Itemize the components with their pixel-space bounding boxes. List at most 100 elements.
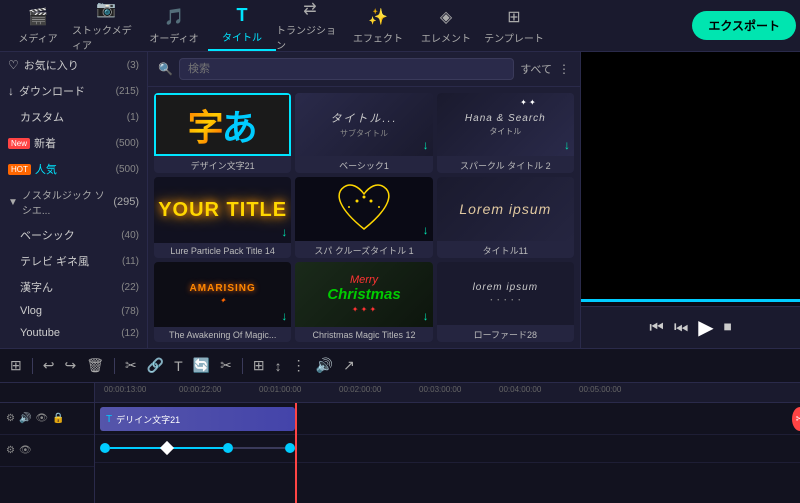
nav-audio[interactable]: 🎵 オーディオ <box>140 1 208 51</box>
youtube-badge: (12) <box>121 328 139 339</box>
left-sidebar: ♡ お気に入り (3) ↓ ダウンロード (215) カスタム (1) New … <box>0 52 148 348</box>
element-icon: ◈ <box>440 7 452 27</box>
download-badge: (215) <box>116 86 139 97</box>
playhead[interactable] <box>295 403 297 503</box>
thumb-preview-5: ↓ <box>295 177 432 240</box>
thumbnail-item-3[interactable]: Hana & Search タイトル ✦ ✦ ↓ スパークル タイトル 2 <box>437 93 574 173</box>
nav-stock[interactable]: 📷 ストックメディア <box>72 1 140 51</box>
thumbnail-item-6[interactable]: Lorem ipsum タイトル11 <box>437 177 574 257</box>
new-count-badge: (500) <box>116 138 139 149</box>
track-eye-button[interactable]: 👁 <box>35 413 48 424</box>
sidebar-item-youtube[interactable]: Youtube (12) <box>0 322 147 344</box>
keyframe-dot-2[interactable] <box>223 443 233 453</box>
nav-element[interactable]: ◈ エレメント <box>412 1 480 51</box>
track-label-title: ⚙ 🔊 👁 🔒 <box>0 403 94 435</box>
nav-effect[interactable]: ✨ エフェクト <box>344 1 412 51</box>
sidebar-item-kanji[interactable]: 漢字ん (22) <box>0 274 147 300</box>
thumbnail-item-5[interactable]: ↓ スパ クルーズタイトル 1 <box>295 177 432 257</box>
media-icon: 🎬 <box>28 7 48 27</box>
thumb-label-9: ローファード28 <box>437 325 574 342</box>
download-arrow-icon-2: ↓ <box>423 138 429 152</box>
redo-button[interactable]: ↪ <box>62 355 78 376</box>
keyframe-dot-3[interactable] <box>285 443 295 453</box>
favorites-badge: (3) <box>127 60 139 71</box>
sidebar-item-tv[interactable]: テレビ ギネ風 (11) <box>0 248 147 274</box>
play-button[interactable]: ▶ <box>698 315 713 340</box>
thumb-label-3: スパークル タイトル 2 <box>437 156 574 173</box>
track-kf-eye-button[interactable]: 👁 <box>19 445 32 456</box>
sidebar-item-custom[interactable]: カスタム (1) <box>0 104 147 130</box>
rotate-button[interactable]: 🔄 <box>191 355 212 376</box>
timeline-right: 00:00:13:00 00:00:22:00 00:01:00:00 00:0… <box>95 383 800 503</box>
thumbnail-item-1[interactable]: 字 あ デザイン文字21 <box>154 93 291 173</box>
heart-icon: ♡ <box>8 58 19 72</box>
track-settings-button[interactable]: ⚙ <box>6 413 15 424</box>
split-button[interactable]: ✂ <box>218 355 234 376</box>
thumbnail-item-9[interactable]: lorem ipsum ・・・・・ ローファード28 <box>437 262 574 342</box>
heart-svg <box>329 179 399 239</box>
volume-button[interactable]: 🔊 <box>314 355 335 376</box>
sidebar-item-vlog[interactable]: Vlog (78) <box>0 300 147 322</box>
step-back-button[interactable]: ⏭ <box>674 319 688 337</box>
sidebar-item-new[interactable]: New 新着 (500) <box>0 130 147 156</box>
thumb-label-5: スパ クルーズタイトル 1 <box>295 241 432 258</box>
search-input[interactable] <box>179 58 514 80</box>
tv-label: テレビ ギネ風 <box>20 253 89 269</box>
nav-media[interactable]: 🎬 メディア <box>4 1 72 51</box>
more-options-button[interactable]: ⋮ <box>558 62 570 76</box>
thumbnail-item-2[interactable]: タイトル... サブタイトル ↓ ベーシック1 <box>295 93 432 173</box>
hot-badge: HOT <box>8 164 31 175</box>
keyframe-dot-1[interactable] <box>100 443 110 453</box>
stop-button[interactable]: ⏹ <box>724 319 732 337</box>
rhythm-button[interactable]: ↕ <box>273 356 284 376</box>
nav-media-label: メディア <box>18 30 57 45</box>
sidebar-item-popular[interactable]: HOT 人気 (500) <box>0 156 147 182</box>
preview-controls: ⏮ ⏭ ▶ ⏹ <box>581 306 800 348</box>
nav-transition[interactable]: ⇄ トランジション <box>276 1 344 51</box>
title-clip-label: デリイン文字21 <box>116 413 180 426</box>
adjust-button[interactable]: ⊞ <box>251 355 267 376</box>
track-kf-settings-button[interactable]: ⚙ <box>6 445 15 456</box>
nav-template-label: テンプレート <box>484 30 544 45</box>
download-arrow-icon-4: ↓ <box>281 225 287 239</box>
undo-button[interactable]: ↩ <box>41 355 57 376</box>
thumbnail-item-4[interactable]: YOUR TITLE ↓ Lure Particle Pack Title 14 <box>154 177 291 257</box>
add-track-button[interactable]: ⊞ <box>8 355 24 376</box>
title-clip[interactable]: T デリイン文字21 <box>100 407 295 431</box>
nav-stock-label: ストックメディア <box>72 22 140 52</box>
thumb-label-6: タイトル11 <box>437 241 574 258</box>
sidebar-item-download[interactable]: ↓ ダウンロード (215) <box>0 78 147 104</box>
new-label: 新着 <box>34 135 56 151</box>
vlog-badge: (78) <box>121 306 139 317</box>
track-volume-button[interactable]: 🔊 <box>19 413 31 424</box>
ruler-tick-5: 00:03:00:00 <box>419 385 461 394</box>
sidebar-item-basic[interactable]: ベーシック (40) <box>0 222 147 248</box>
download-arrow-icon-5: ↓ <box>423 223 429 237</box>
christmas-text: Christmas <box>327 286 400 303</box>
track-lock-button[interactable]: 🔒 <box>52 413 64 424</box>
nav-title[interactable]: T タイトル <box>208 1 276 51</box>
nostalgic-badge: (295) <box>113 196 139 208</box>
thumbnail-item-7[interactable]: AMARISING ✦ ↓ The Awakening Of Magic... <box>154 262 291 342</box>
export-small-button[interactable]: ↗ <box>341 355 357 376</box>
timeline-area: ⊞ ↩ ↪ 🗑 ✂ 🔗 T 🔄 ✂ ⊞ ↕ ⋮ 🔊 ↗ ⚙ 🔊 👁 🔒 ⚙ <box>0 348 800 503</box>
download-icon: ↓ <box>8 84 14 98</box>
keyframe-diamond-1[interactable] <box>160 441 174 455</box>
title-clip-icon: T <box>106 414 112 425</box>
link-button[interactable]: 🔗 <box>145 355 166 376</box>
more-button[interactable]: ⋮ <box>290 355 308 376</box>
cut-button[interactable]: ✂ <box>123 355 139 376</box>
sidebar-item-favorites[interactable]: ♡ お気に入り (3) <box>0 52 147 78</box>
delete-button[interactable]: 🗑 <box>84 355 106 376</box>
thumbnail-item-8[interactable]: Merry Christmas ✦ ✦ ✦ ↓ Christmas Magic … <box>295 262 432 342</box>
export-button[interactable]: エクスポート <box>692 11 796 40</box>
timeline-toolbar: ⊞ ↩ ↪ 🗑 ✂ 🔗 T 🔄 ✂ ⊞ ↕ ⋮ 🔊 ↗ <box>0 349 800 383</box>
rewind-button[interactable]: ⏮ <box>649 319 663 337</box>
ruler-tick-1: 00:00:13:00 <box>104 385 146 394</box>
toolbar-separator-1 <box>32 358 33 374</box>
text-button[interactable]: T <box>172 356 185 376</box>
keyframe-line-1 <box>110 447 162 449</box>
sidebar-category-nostalgic[interactable]: ▼ ノスタルジック ソシエ... (295) <box>0 182 147 222</box>
popular-label: 人気 <box>35 161 57 177</box>
nav-template[interactable]: ⊞ テンプレート <box>480 1 548 51</box>
